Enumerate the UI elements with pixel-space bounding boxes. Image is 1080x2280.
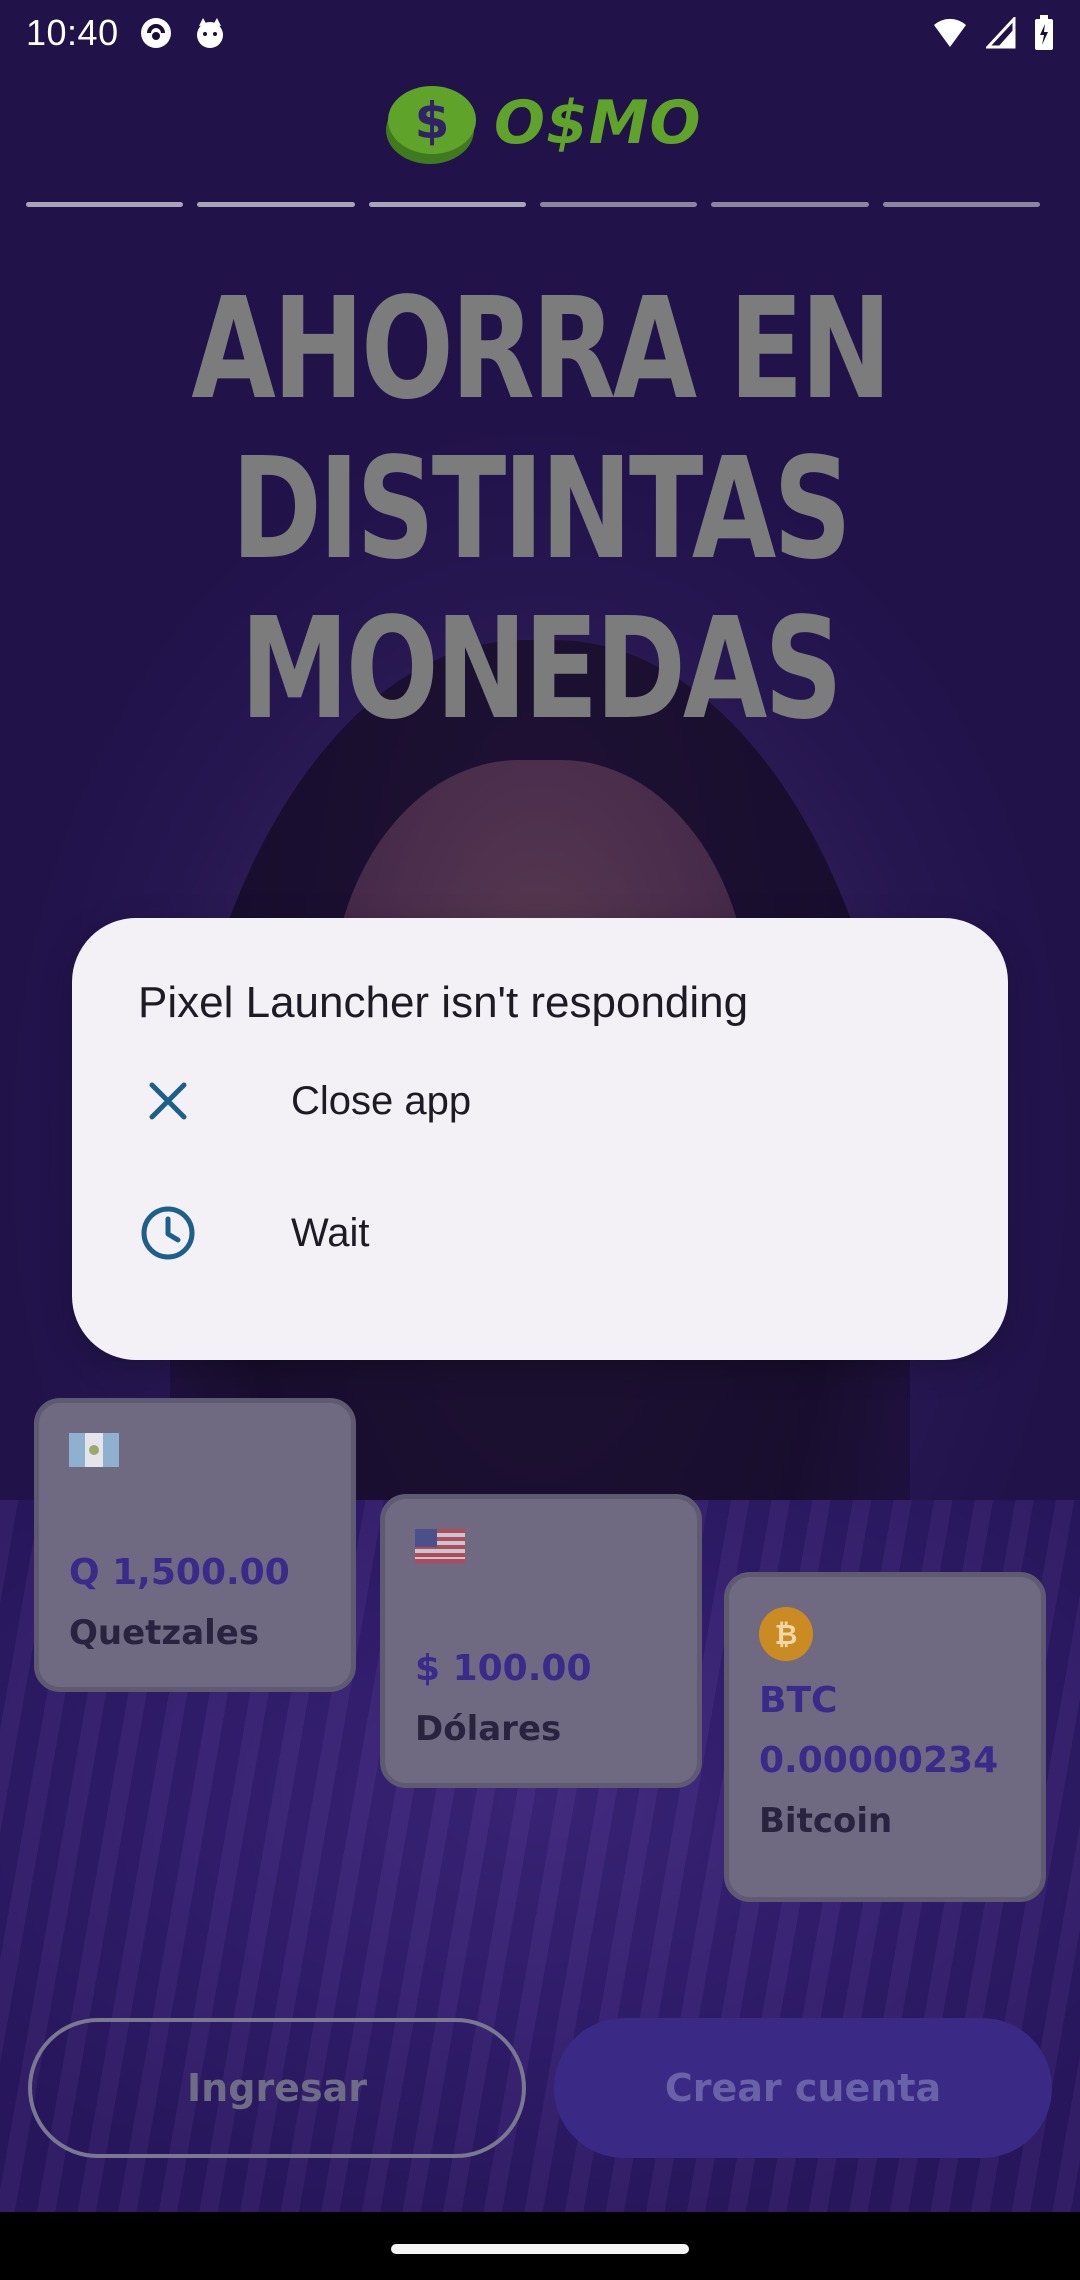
coin-logo-icon: $ [386,86,476,164]
close-icon [149,1082,187,1120]
guatemala-flag-icon [69,1433,321,1469]
close-app-label: Close app [291,1078,472,1123]
cat-notification-icon [193,16,227,50]
headline-line-3: MONEDAS [240,588,843,751]
progress-segment [539,202,698,207]
svg-text:₿: ₿ [775,1618,798,1651]
home-gesture-handle[interactable] [391,2244,689,2254]
card-currency-name: Bitcoin [759,1801,893,1841]
wifi-icon [934,18,966,47]
card-amount: 0.00000234 [759,1740,999,1781]
usa-flag-icon [415,1529,667,1565]
anr-dialog: Pixel Launcher isn't responding Close ap… [72,918,1008,1360]
card-amount: $ 100.00 [415,1648,592,1689]
create-account-button[interactable]: Crear cuenta [554,2018,1052,2158]
app-notification-icon [139,16,173,50]
progress-segment [368,202,526,207]
status-time: 10:40 [26,12,119,53]
card-amount: Q 1,500.00 [69,1552,290,1593]
currency-card-quetzales: Q 1,500.00 Quetzales [34,1398,356,1692]
status-bar: 10:40 [0,0,1080,66]
close-app-option[interactable]: Close app [72,1036,1008,1166]
card-amount-ticker: BTC [759,1680,838,1721]
navigation-bar [0,2212,1080,2280]
signal-icon [986,17,1016,49]
wait-label: Wait [291,1210,370,1255]
card-currency-name: Dólares [415,1709,562,1749]
currency-card-bitcoin: ₿ BTC 0.00000234 Bitcoin [724,1572,1046,1902]
login-button[interactable]: Ingresar [28,2018,526,2158]
progress-segment [197,202,355,207]
progress-segment [882,202,1040,207]
currency-card-dolares: $ 100.00 Dólares [380,1494,702,1788]
dialog-title: Pixel Launcher isn't responding [138,978,749,1027]
clock-icon [141,1206,195,1260]
onboarding-headline: AHORRA EN DISTINTAS MONEDAS [119,270,961,750]
svg-text:$: $ [415,92,450,150]
wait-option[interactable]: Wait [72,1168,1008,1298]
onboarding-progress [26,202,1040,208]
battery-icon [1035,15,1053,50]
card-currency-name: Quetzales [69,1613,260,1653]
headline-line-1: AHORRA EN [191,268,891,431]
logo-wordmark: O$MO [494,88,702,158]
osmo-logo: $ O$MO [380,78,710,168]
headline-line-2: DISTINTAS [231,428,852,591]
progress-segment [711,202,869,207]
progress-segment [26,202,184,207]
bitcoin-icon: ₿ [759,1607,1011,1661]
status-indicators [932,15,1054,51]
